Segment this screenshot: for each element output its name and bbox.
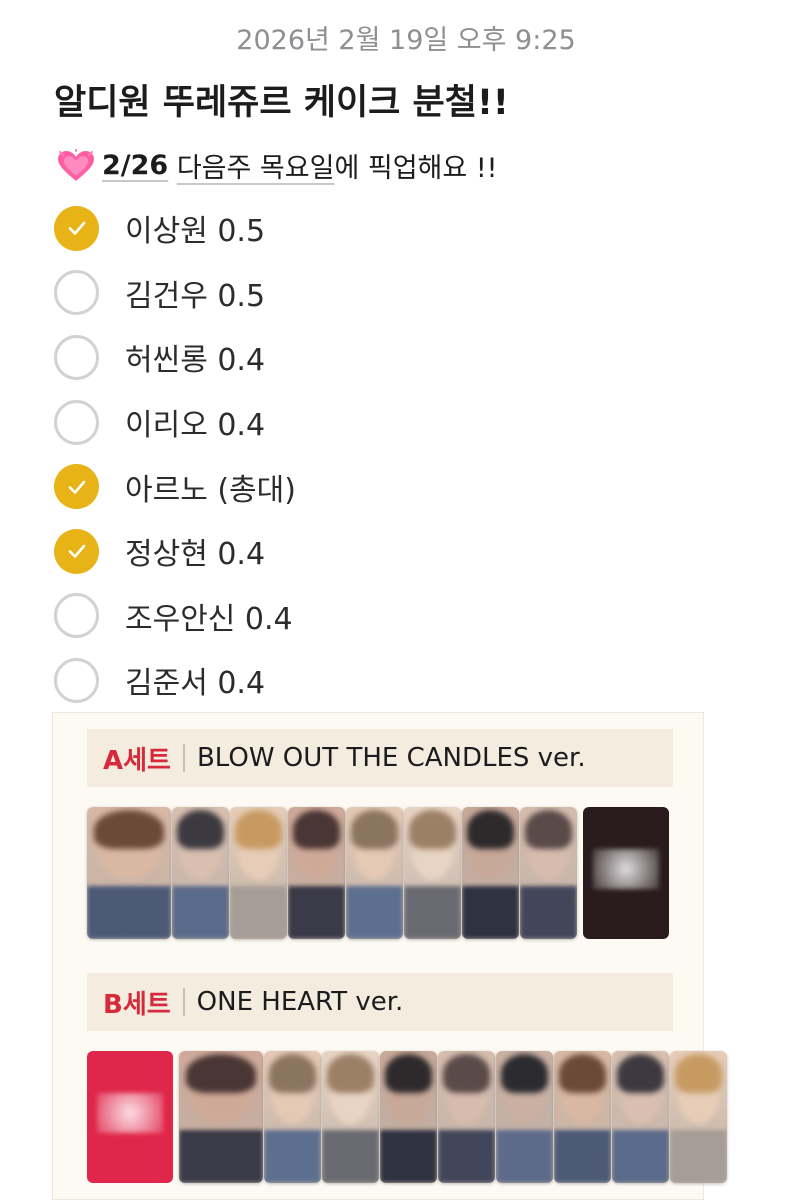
checkmark-icon bbox=[68, 544, 85, 559]
pickup-date: 2/26 bbox=[102, 150, 169, 181]
checkbox[interactable] bbox=[54, 205, 99, 251]
checkbox[interactable] bbox=[54, 270, 99, 316]
set-a-name: BLOW OUT THE CANDLES ver. bbox=[196, 743, 586, 773]
checkbox[interactable] bbox=[54, 399, 99, 445]
photocard bbox=[230, 807, 287, 939]
checklist-item-label: 김준서 0.4 bbox=[125, 666, 266, 702]
photocard bbox=[288, 807, 345, 939]
divider bbox=[182, 744, 185, 772]
checklist-item: 정상현 0.4 bbox=[54, 519, 296, 584]
photocard bbox=[438, 1051, 495, 1183]
photocard bbox=[346, 807, 403, 939]
checklist-item: 조우안신 0.4 bbox=[54, 584, 296, 649]
checklist-item: 이리오 0.4 bbox=[54, 390, 296, 455]
checkbox[interactable] bbox=[54, 657, 99, 703]
checkbox[interactable] bbox=[54, 528, 99, 574]
photocard bbox=[172, 807, 229, 939]
pickup-day: 다음주 목요일 bbox=[176, 153, 335, 184]
checkmark-icon bbox=[68, 480, 85, 494]
checklist-item-label: 허씬롱 0.4 bbox=[125, 343, 266, 379]
checklist-item-label: 이상원 0.5 bbox=[125, 214, 266, 250]
note-title[interactable]: 알디원 뚜레쥬르 케이크 분철!! bbox=[54, 74, 509, 125]
checklist-item: 허씬롱 0.4 bbox=[54, 325, 296, 390]
checklist-item-label: 정상현 0.4 bbox=[125, 537, 266, 573]
checklist-item: 김준서 0.4 bbox=[54, 648, 296, 713]
set-b-tag: B세트 bbox=[103, 989, 171, 1020]
divider bbox=[182, 988, 185, 1016]
photocard-set-image[interactable]: A세트 BLOW OUT THE CANDLES ver. B세트 ONE HE… bbox=[52, 712, 727, 1200]
pickup-note-rest: 에 픽업해요 !! bbox=[334, 153, 498, 184]
set-b-header: B세트 ONE HEART ver. bbox=[87, 973, 673, 1031]
checkbox[interactable] bbox=[54, 464, 99, 510]
checkmark-icon bbox=[68, 221, 85, 236]
note-timestamp: 2026년 2월 19일 오후 9:25 bbox=[236, 25, 576, 56]
checklist-item-label: 아르노 (총대) bbox=[125, 472, 296, 508]
photocard bbox=[612, 1051, 669, 1183]
photocard bbox=[87, 807, 171, 939]
set-a-tag: A세트 bbox=[103, 745, 171, 776]
photocard bbox=[264, 1051, 321, 1183]
sparkling-heart-icon bbox=[56, 147, 96, 183]
photocard bbox=[670, 1051, 727, 1183]
checkbox[interactable] bbox=[54, 334, 99, 380]
checklist-item-label: 이리오 0.4 bbox=[125, 408, 266, 444]
photocard bbox=[179, 1051, 263, 1183]
photocard bbox=[404, 807, 461, 939]
checklist-item-label: 김건우 0.5 bbox=[125, 278, 266, 314]
photocard bbox=[380, 1051, 437, 1183]
photocard bbox=[554, 1051, 611, 1183]
set-a-header: A세트 BLOW OUT THE CANDLES ver. bbox=[87, 729, 673, 787]
set-b-name: ONE HEART ver. bbox=[196, 987, 404, 1017]
photocard bbox=[462, 807, 519, 939]
photocard bbox=[520, 807, 577, 939]
pickup-note[interactable]: 2/26 다음주 목요일 에 픽업해요 !! bbox=[56, 146, 497, 185]
checklist-item: 이상원 0.5 bbox=[54, 196, 296, 261]
photocard bbox=[496, 1051, 553, 1183]
checklist-item-label: 조우안신 0.4 bbox=[125, 601, 293, 637]
checklist-item: 김건우 0.5 bbox=[54, 261, 296, 326]
photocard-promo bbox=[87, 1051, 173, 1183]
checklist-item: 아르노 (총대) bbox=[54, 454, 296, 519]
checklist: 이상원 0.5 김건우 0.5 허씬롱 0.4 이리오 0.4 아르노 (총대)… bbox=[54, 196, 296, 713]
checkbox[interactable] bbox=[54, 593, 99, 639]
photocard-promo bbox=[583, 807, 669, 939]
photocard bbox=[322, 1051, 379, 1183]
